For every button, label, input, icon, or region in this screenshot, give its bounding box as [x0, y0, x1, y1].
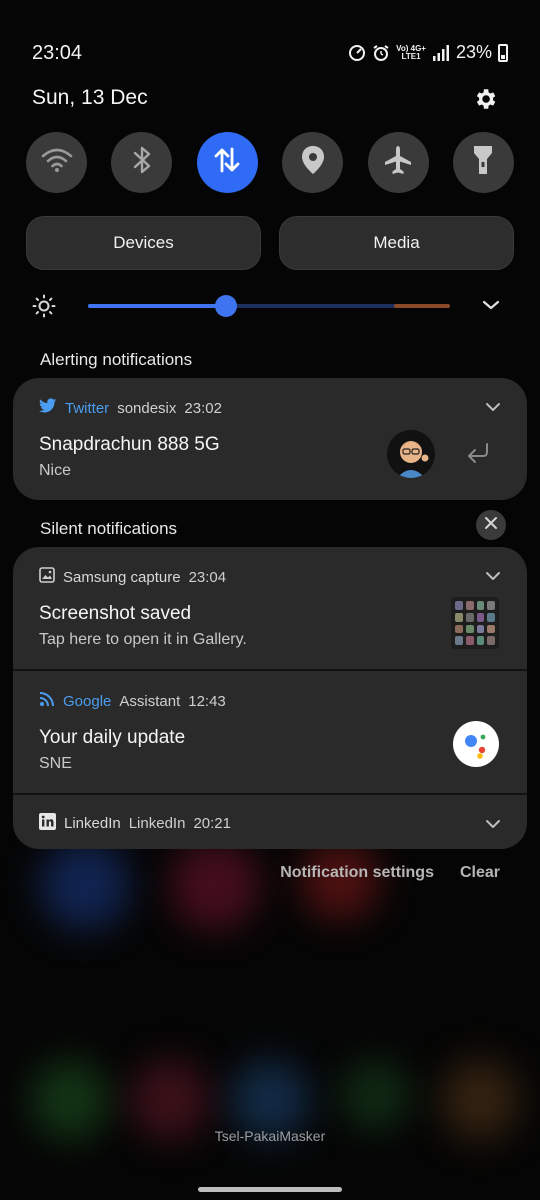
wifi-toggle[interactable] [26, 132, 87, 193]
notification-time: 23:02 [184, 399, 222, 417]
quick-settings-row [26, 132, 514, 194]
app-name: Twitter [65, 399, 110, 417]
app-name: Google [63, 692, 112, 710]
alerting-card: Twitter sondesix 23:02 Snapdrachun 888 5… [13, 378, 527, 500]
avatar [387, 430, 435, 478]
app-name: LinkedIn [64, 815, 121, 832]
flashlight-toggle[interactable] [452, 132, 514, 193]
location-pin-icon [300, 144, 326, 181]
notification-text: Tap here to open it in Gallery. [39, 631, 247, 648]
notification-time: 12:43 [188, 692, 226, 710]
rss-feed-icon [39, 691, 55, 711]
brightness-fill [88, 304, 226, 308]
airplane-icon [382, 144, 414, 181]
brightness-row [30, 286, 510, 326]
expand-chevron-icon[interactable] [482, 298, 500, 316]
close-icon [484, 516, 498, 535]
reply-arrow-icon[interactable] [465, 442, 491, 469]
silent-card: Samsung capture 23:04 Screenshot saved T… [13, 547, 527, 849]
battery-percent: 23% [455, 42, 492, 62]
speedometer-icon [348, 44, 366, 62]
brightness-knob[interactable] [215, 295, 237, 317]
home-indicator[interactable] [198, 1187, 342, 1192]
expand-chevron-icon[interactable] [485, 817, 501, 833]
notification-text: Nice [39, 462, 72, 479]
notification-settings-link[interactable]: Notification settings [280, 864, 434, 882]
bluetooth-icon [131, 145, 153, 180]
expand-chevron-icon[interactable] [485, 569, 501, 585]
carrier-name: Tsel-PakaiMasker [214, 1128, 326, 1144]
notification-footer: Notification settings Clear [280, 864, 500, 882]
notification-text: SNE [39, 755, 72, 772]
clear-all-button[interactable]: Clear [460, 864, 500, 882]
app-name: Samsung capture [63, 568, 181, 586]
notification-header: Samsung capture 23:04 [39, 567, 226, 587]
background-blur [340, 1060, 410, 1130]
bluetooth-toggle[interactable] [111, 132, 173, 193]
notification-title: Snapdrachun 888 5G [39, 434, 220, 455]
twitter-notification[interactable]: Twitter sondesix 23:02 Snapdrachun 888 5… [13, 378, 527, 500]
twitter-icon [39, 398, 57, 418]
network-type: Vo) 4G+ LTE1 [396, 44, 426, 61]
mobile-data-toggle[interactable] [196, 132, 258, 193]
status-time: 23:04 [32, 42, 83, 64]
background-blur [170, 840, 260, 930]
linkedin-notification[interactable]: LinkedIn LinkedIn 20:21 [13, 793, 527, 849]
notification-time: 23:04 [188, 568, 227, 586]
signal-icon [432, 44, 450, 62]
image-icon [39, 567, 55, 587]
linkedin-icon [39, 813, 56, 834]
alerting-label: Alerting notifications [40, 350, 193, 369]
battery-icon [498, 43, 508, 62]
google-assistant-icon [453, 721, 499, 767]
app-subtext: Assistant [119, 692, 181, 710]
background-blur [40, 840, 130, 930]
devices-button[interactable]: Devices [26, 216, 261, 270]
date-row: Sun, 13 Dec [32, 86, 508, 118]
alarm-icon [372, 44, 390, 62]
notification-title: Your daily update [39, 727, 186, 748]
location-toggle[interactable] [282, 132, 344, 193]
notification-header: Twitter sondesix 23:02 [39, 398, 222, 418]
status-bar: 23:04 Vo) 4G+ LTE1 23% [0, 0, 540, 70]
silent-label: Silent notifications [40, 519, 178, 538]
flashlight-icon [471, 144, 495, 181]
brightness-high-zone [394, 304, 450, 308]
screenshot-thumbnail [451, 597, 499, 649]
media-button[interactable]: Media [279, 216, 514, 270]
google-assistant-notification[interactable]: Google Assistant 12:43 Your daily update… [13, 669, 527, 793]
notification-title: Screenshot saved [39, 603, 192, 624]
data-arrows-icon [212, 145, 242, 180]
account-name: sondesix [117, 399, 177, 417]
notification-header: Google Assistant 12:43 [39, 691, 226, 711]
devices-media-row: Devices Media [26, 216, 514, 270]
date-text: Sun, 13 Dec [32, 86, 148, 109]
brightness-sun-icon [32, 294, 56, 323]
expand-chevron-icon[interactable] [485, 400, 501, 416]
clear-silent-button[interactable] [476, 510, 506, 540]
settings-gear-icon[interactable] [472, 86, 500, 114]
samsung-capture-notification[interactable]: Samsung capture 23:04 Screenshot saved T… [13, 547, 527, 669]
status-icons: Vo) 4G+ LTE1 23% [348, 42, 508, 63]
app-subtext: LinkedIn [128, 815, 186, 832]
notification-header: LinkedIn LinkedIn 20:21 [39, 813, 231, 834]
notification-time: 20:21 [193, 815, 231, 832]
wifi-icon [41, 146, 73, 179]
network-type-bottom: LTE1 [401, 51, 421, 61]
airplane-toggle[interactable] [367, 132, 429, 193]
brightness-slider[interactable] [88, 295, 450, 317]
